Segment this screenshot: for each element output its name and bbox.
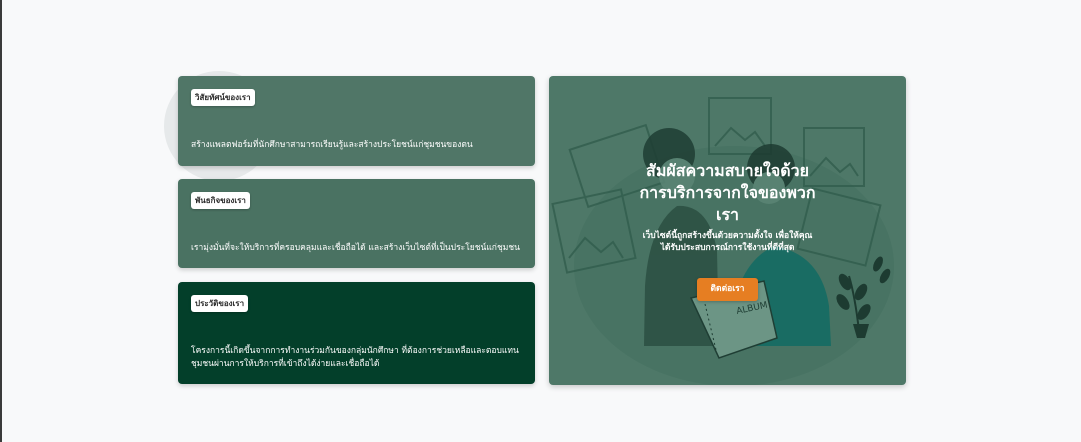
history-card: ประวัติของเรา โครงการนี้เกิดขึ้นจากการทำ… (178, 282, 535, 384)
contact-button[interactable]: ติดต่อเรา (697, 278, 758, 301)
mission-tag: พันธกิจของเรา (191, 192, 250, 209)
window-edge (0, 0, 2, 442)
mission-card: พันธกิจของเรา เรามุ่งมั่นที่จะให้บริการท… (178, 179, 535, 268)
mission-text: เรามุ่งมั่นที่จะให้บริการที่ครอบคลุมและเ… (191, 243, 520, 253)
vision-text: สร้างแพลตฟอร์มที่นักศึกษาสามารถเรียนรู้แ… (191, 140, 473, 150)
hero-panel: ALBUM สัมผัสความสบายใจด้วยการบริการจากใจ… (549, 76, 906, 385)
history-text: โครงการนี้เกิดขึ้นจากการทำงานร่วมกันของก… (191, 346, 519, 369)
history-tag: ประวัติของเรา (191, 295, 249, 312)
hero-subtitle: เว็บไซต์นี้ถูกสร้างขึ้นด้วยความตั้งใจ เพ… (642, 231, 813, 253)
vision-card: วิสัยทัศน์ของเรา สร้างแพลตฟอร์มที่นักศึก… (178, 76, 535, 166)
hero-title: สัมผัสความสบายใจด้วยการบริการจากใจของพวก… (639, 161, 816, 224)
vision-tag: วิสัยทัศน์ของเรา (191, 89, 255, 106)
